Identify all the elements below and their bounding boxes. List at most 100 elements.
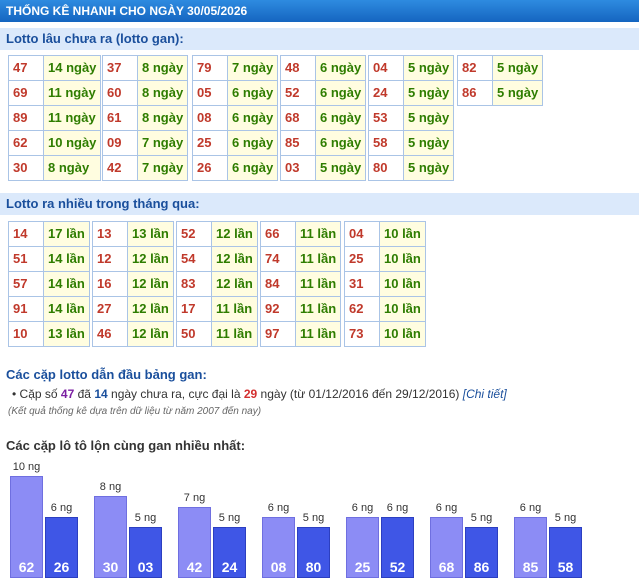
lotto-number: 80	[368, 155, 404, 181]
table-row: 61 8 ngày	[102, 105, 189, 131]
lotto-count: 10 lần	[379, 321, 426, 347]
bar-value-label: 6 ng	[519, 501, 542, 514]
lotto-number: 50	[176, 321, 212, 347]
bar-number: 80	[305, 559, 322, 575]
lotto-count: 5 ngày	[402, 130, 455, 156]
lotto-count: 7 ngày	[226, 55, 279, 81]
chart-bar: 68	[430, 516, 463, 578]
table-row: 04 10 lần	[344, 221, 426, 247]
lotto-number: 12	[92, 246, 128, 272]
bar-value-label: 6 ng	[386, 501, 409, 514]
gan-table: 47 14 ngày 69 11 ngày 89 11 ngày 62 10 ngày 30 8 …	[8, 55, 102, 181]
lotto-number: 60	[102, 80, 138, 106]
lotto-number: 17	[176, 296, 212, 322]
bar-value-label: 5 ng	[218, 512, 241, 524]
nhieu-table: 52 12 lần 54 12 lần 83 12 lần 17 11 lần 50 11 lần	[176, 221, 258, 347]
lotto-count: 14 lần	[43, 271, 90, 297]
chart-bar: 62	[10, 476, 43, 578]
pair-number: 47	[60, 387, 75, 401]
lotto-number: 04	[344, 221, 380, 247]
lotto-count: 10 lần	[379, 296, 426, 322]
table-row: 48 6 ngày	[280, 55, 367, 81]
lotto-count: 12 lần	[211, 271, 258, 297]
lotto-number: 91	[8, 296, 44, 322]
table-row: 30 8 ngày	[8, 155, 102, 181]
table-row: 68 6 ngày	[280, 105, 367, 131]
chart-bar: 58	[549, 527, 582, 578]
chart-bar: 80	[297, 527, 330, 578]
lotto-count: 6 ngày	[226, 155, 279, 181]
lotto-count: 11 lần	[294, 221, 342, 247]
bar-number: 85	[522, 558, 539, 575]
chart-bar: 24	[213, 527, 246, 578]
bar-number: 68	[438, 558, 455, 575]
table-row: 27 12 lần	[92, 296, 174, 322]
chart-bar: 42	[178, 506, 211, 578]
lotto-number: 08	[192, 105, 228, 131]
lotto-number: 52	[176, 221, 212, 247]
lotto-count: 6 ngày	[314, 55, 367, 81]
lotto-number: 79	[192, 55, 228, 81]
lotto-number: 62	[8, 130, 44, 156]
table-row: 54 12 lần	[176, 246, 258, 272]
lotto-count: 12 lần	[211, 246, 258, 272]
lotto-number: 85	[280, 130, 316, 156]
lotto-number: 16	[92, 271, 128, 297]
lotto-number: 92	[260, 296, 296, 322]
table-row: 25 6 ngày	[192, 130, 279, 156]
lotto-number: 61	[102, 105, 138, 131]
lotto-number: 26	[192, 155, 228, 181]
lotto-count: 11 ngày	[42, 105, 102, 131]
bar-number: 24	[221, 559, 238, 575]
lotto-number: 97	[260, 321, 296, 347]
lotto-count: 14 lần	[43, 296, 90, 322]
table-row: 82 5 ngày	[457, 55, 544, 81]
lotto-number: 27	[92, 296, 128, 322]
chart-bar: 85	[514, 516, 547, 578]
table-row: 60 8 ngày	[102, 80, 189, 106]
chart-title: Các cặp lô tô lộn cùng gan nhiều nhất:	[6, 438, 246, 453]
bar-number: 03	[137, 559, 154, 575]
table-row: 89 11 ngày	[8, 105, 102, 131]
lotto-number: 57	[8, 271, 44, 297]
table-row: 97 11 lần	[260, 321, 342, 347]
lotto-count: 11 lần	[294, 271, 342, 297]
lotto-count: 11 lần	[294, 296, 342, 322]
lotto-count: 5 ngày	[402, 105, 455, 131]
lotto-count: 14 ngày	[42, 55, 102, 81]
table-row: 47 14 ngày	[8, 55, 102, 81]
lotto-number: 46	[92, 321, 128, 347]
chart-bar: 08	[262, 516, 295, 578]
table-row: 42 7 ngày	[102, 155, 189, 181]
bar-value-label: 6 ng	[267, 501, 290, 514]
lotto-number: 30	[8, 155, 44, 181]
table-row: 12 12 lần	[92, 246, 174, 272]
table-row: 46 12 lần	[92, 321, 174, 347]
lotto-number: 09	[102, 130, 138, 156]
table-row: 80 5 ngày	[368, 155, 455, 181]
lotto-count: 8 ngày	[42, 155, 102, 181]
chart-bar: 25	[346, 516, 379, 578]
lotto-number: 51	[8, 246, 44, 272]
bar-number: 30	[102, 558, 119, 575]
pair-line: • Cặp số 47 đã 14 ngày chưa ra, cực đại …	[12, 387, 507, 401]
gan-table: 04 5 ngày 24 5 ngày 53 5 ngày 58 5 ngày 80 5 ngày	[368, 55, 455, 181]
table-row: 16 12 lần	[92, 271, 174, 297]
chart-bar: 30	[94, 496, 127, 578]
lotto-number: 84	[260, 271, 296, 297]
pair-days: 14	[94, 387, 108, 401]
table-row: 62 10 lần	[344, 296, 426, 322]
bar-value-label: 6 ng	[50, 501, 73, 514]
lotto-number: 13	[92, 221, 128, 247]
lotto-count: 10 lần	[379, 221, 426, 247]
lotto-number: 62	[344, 296, 380, 322]
table-row: 66 11 lần	[260, 221, 342, 247]
lotto-count: 7 ngày	[136, 155, 189, 181]
lotto-number: 82	[457, 55, 493, 81]
table-row: 37 8 ngày	[102, 55, 189, 81]
lotto-count: 10 lần	[379, 246, 426, 272]
bar-value-label: 10 ng	[12, 461, 41, 473]
lotto-count: 11 ngày	[42, 80, 102, 106]
gan-heading: Lotto lâu chưa ra (lotto gan):	[0, 28, 639, 50]
detail-link[interactable]: [Chi tiết]	[463, 387, 507, 401]
